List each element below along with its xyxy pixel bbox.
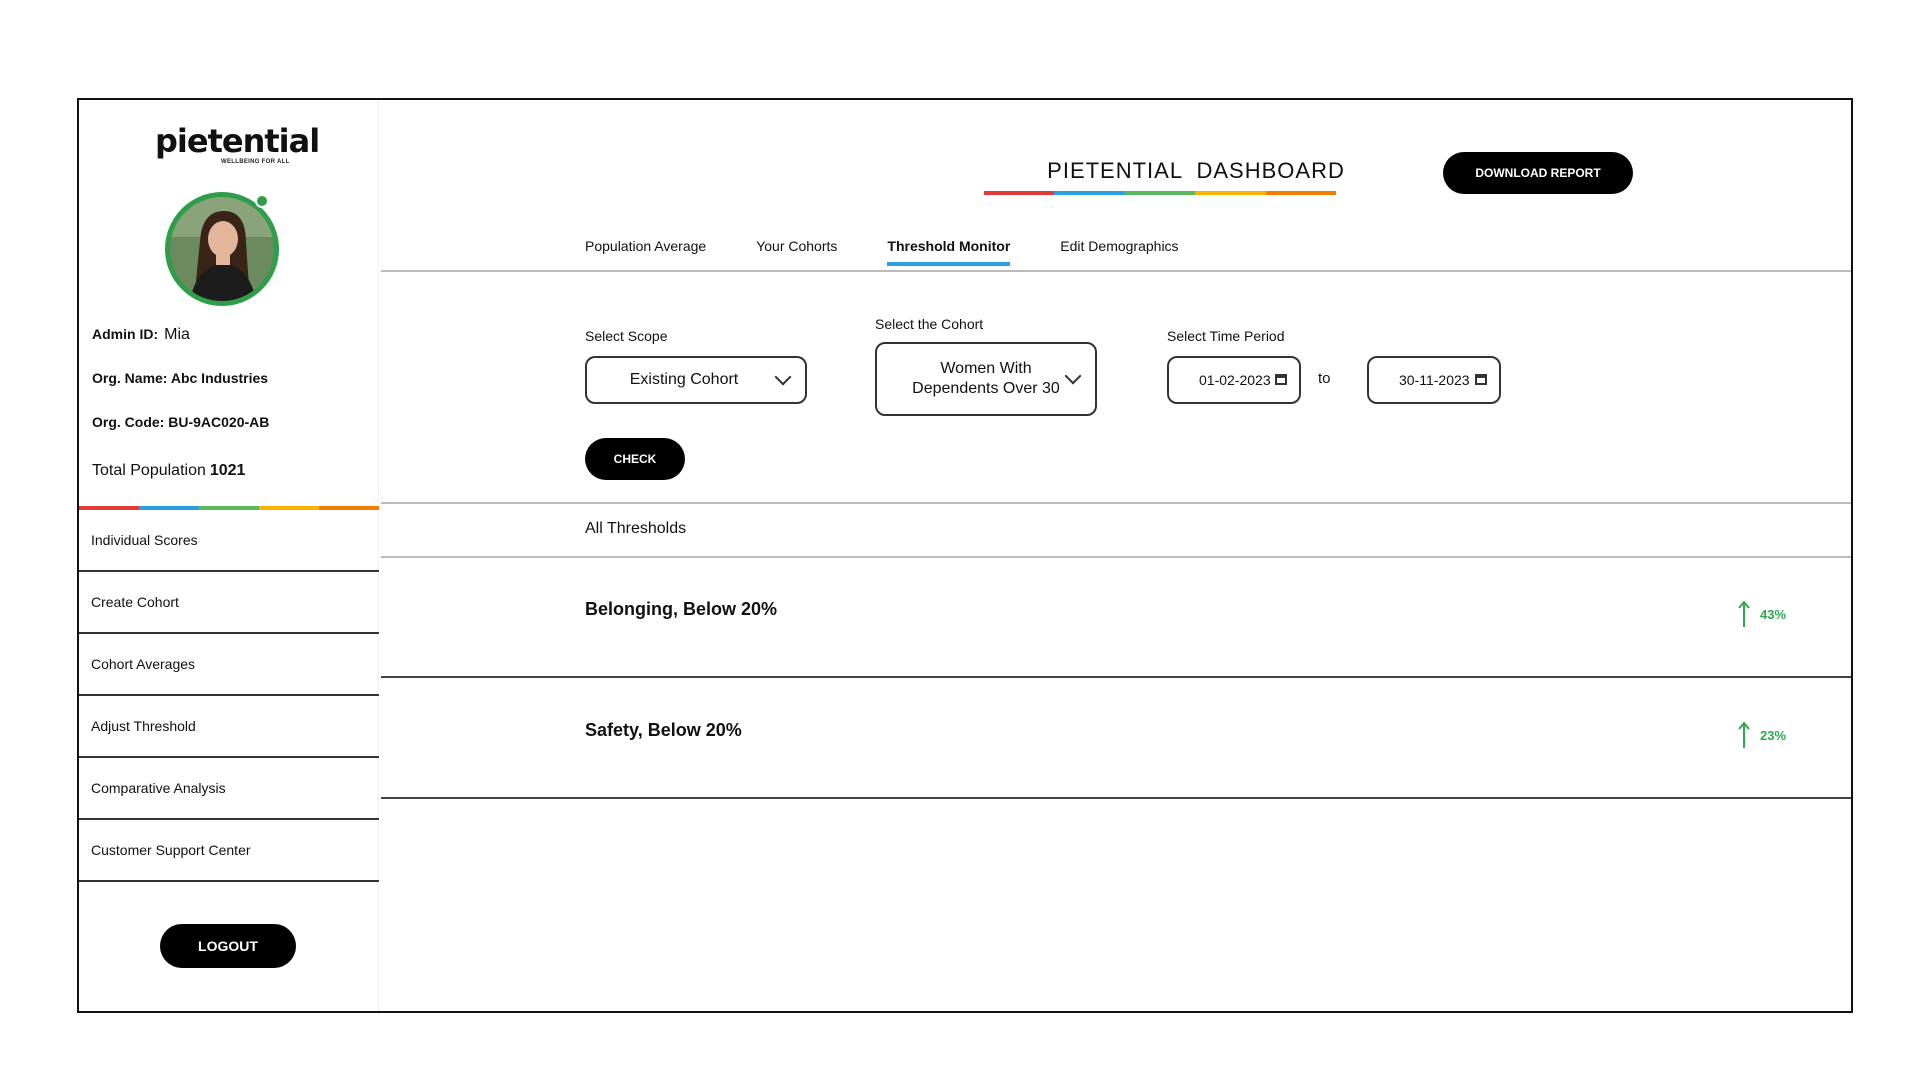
admin-id-value: Mia (164, 326, 190, 343)
sidebar-item-customer-support-center[interactable]: Customer Support Center (79, 820, 379, 882)
calendar-icon[interactable] (1275, 374, 1287, 385)
rainbow-segment (984, 191, 1055, 195)
chevron-down-icon (774, 368, 792, 386)
logo-wordmark: pietential (155, 122, 320, 160)
check-button[interactable]: CHECK (585, 438, 685, 480)
up-arrow-icon (1738, 600, 1750, 627)
title-rainbow-underline (984, 191, 1337, 195)
scope-label: Select Scope (585, 328, 668, 344)
tab-bar: Population Average Your Cohorts Threshol… (585, 238, 1229, 266)
org-code: Org. Code: BU-9AC020-AB (92, 414, 269, 430)
up-arrow-icon (1738, 721, 1750, 748)
cohort-select-value: Women With Dependents Over 30 (912, 360, 1060, 397)
cohort-select[interactable]: Women With Dependents Over 30 (875, 342, 1097, 416)
sidebar-item-individual-scores[interactable]: Individual Scores (79, 510, 379, 572)
admin-id-label: Admin ID: (92, 326, 159, 342)
main-content: PIETENTIAL DASHBOARD DOWNLOAD REPORT Pop… (381, 100, 1851, 1011)
sidebar-item-adjust-threshold[interactable]: Adjust Threshold (79, 696, 379, 758)
app-window: pietential WELLBEING FOR ALL Admin ID: Mi… (77, 98, 1853, 1013)
tabs-divider (381, 270, 1851, 272)
rainbow-segment (1265, 191, 1337, 195)
avatar-portrait-icon (170, 197, 274, 301)
rainbow-segment (1124, 191, 1196, 195)
total-population-value: 1021 (209, 462, 246, 479)
end-date-input[interactable]: 30-11-2023 (1367, 356, 1501, 404)
all-thresholds-heading: All Thresholds (585, 520, 687, 537)
filters-divider (381, 502, 1851, 504)
logout-button[interactable]: LOGOUT (160, 924, 296, 968)
online-status-dot (255, 194, 269, 208)
threshold-row-divider (381, 797, 1851, 799)
logo-tagline: WELLBEING FOR ALL (221, 159, 290, 165)
threshold-change-value: 43% (1760, 606, 1787, 622)
scope-select[interactable]: Existing Cohort (585, 356, 807, 404)
org-code-label: Org. Code: (92, 414, 165, 430)
sidebar-item-comparative-analysis[interactable]: Comparative Analysis (79, 758, 379, 820)
rainbow-segment (1195, 191, 1266, 195)
threshold-row-label: Safety, Below 20% (585, 720, 742, 740)
total-population-label: Total Population (92, 462, 206, 479)
threshold-row-change: 23% (1738, 721, 1786, 749)
tab-your-cohorts[interactable]: Your Cohorts (756, 238, 837, 266)
thresholds-header-divider (381, 556, 1851, 558)
tab-edit-demographics[interactable]: Edit Demographics (1060, 238, 1178, 266)
pietential-logo: pietential WELLBEING FOR ALL (155, 122, 320, 172)
rainbow-segment (1054, 191, 1125, 195)
download-report-button[interactable]: DOWNLOAD REPORT (1443, 152, 1633, 194)
start-date-value: 01-02-2023 (1199, 372, 1271, 388)
time-period-label: Select Time Period (1167, 328, 1285, 344)
scope-select-value: Existing Cohort (629, 371, 739, 388)
avatar (165, 192, 279, 306)
tab-population-average[interactable]: Population Average (585, 238, 706, 266)
chevron-down-icon (1064, 367, 1082, 385)
end-date-value: 30-11-2023 (1399, 372, 1470, 388)
threshold-change-value: 23% (1760, 727, 1787, 743)
cohort-label: Select the Cohort (875, 316, 984, 332)
total-population: Total Population 1021 (92, 462, 245, 480)
sidebar-menu: Individual Scores Create Cohort Cohort A… (79, 510, 379, 882)
sidebar: pietential WELLBEING FOR ALL Admin ID: Mi… (79, 100, 379, 1011)
threshold-row-change: 43% (1738, 600, 1786, 628)
org-name: Org. Name: Abc Industries (92, 370, 268, 386)
org-name-label: Org. Name: (92, 370, 168, 386)
calendar-icon[interactable] (1475, 374, 1487, 385)
start-date-input[interactable]: 01-02-2023 (1167, 356, 1301, 404)
tab-threshold-monitor[interactable]: Threshold Monitor (887, 238, 1010, 266)
threshold-row-label: Belonging, Below 20% (585, 599, 778, 619)
date-range-separator: to (1318, 370, 1331, 387)
threshold-row-divider (381, 676, 1851, 678)
page-title: PIETENTIAL DASHBOARD (1047, 158, 1345, 183)
org-name-value: Abc Industries (170, 370, 269, 386)
sidebar-item-cohort-averages[interactable]: Cohort Averages (79, 634, 379, 696)
admin-id: Admin ID: Mia (92, 326, 190, 344)
org-code-value: BU-9AC020-AB (168, 414, 270, 430)
sidebar-item-create-cohort[interactable]: Create Cohort (79, 572, 379, 634)
